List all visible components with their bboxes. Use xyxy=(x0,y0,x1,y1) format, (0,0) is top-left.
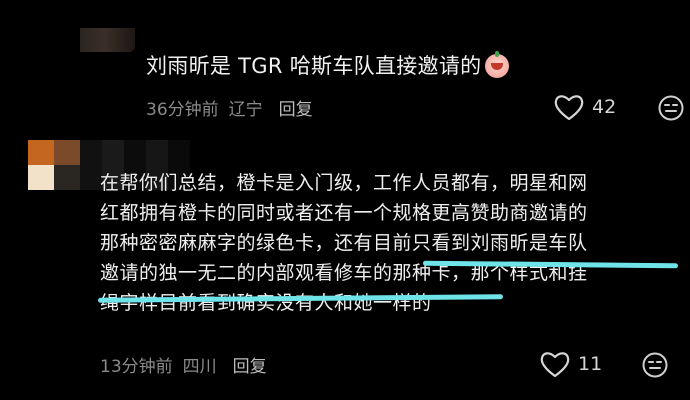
like-button[interactable]: 11 xyxy=(540,350,602,378)
comment-text-content: 刘雨昕是 TGR 哈斯车队直接邀请的 xyxy=(146,54,482,78)
comment-line: 绳字样目前看到确实没有人和她一样的 xyxy=(100,292,432,314)
comment-meta: 13分钟前 四川 回复 xyxy=(100,352,267,377)
user-avatar[interactable] xyxy=(80,28,135,52)
comment-meta: 36分钟前 辽宁 回复 xyxy=(146,95,313,120)
comment-line: 在帮你们总结，橙卡是入门级，工作人员都有，明星和网 xyxy=(100,172,588,194)
heart-icon xyxy=(554,95,584,121)
like-button[interactable]: 42 xyxy=(554,93,616,121)
like-count: 11 xyxy=(578,353,603,375)
comment-location: 辽宁 xyxy=(228,100,263,120)
comment-time: 13分钟前 xyxy=(100,357,173,377)
comment-time: 36分钟前 xyxy=(146,100,219,120)
reply-button[interactable]: 回复 xyxy=(233,357,267,377)
like-count: 42 xyxy=(592,96,617,118)
expressionless-face-icon[interactable] xyxy=(658,95,684,121)
heart-icon xyxy=(540,352,570,378)
user-avatar[interactable] xyxy=(28,140,80,190)
reply-button[interactable]: 回复 xyxy=(279,100,313,120)
comment-location: 四川 xyxy=(182,357,217,377)
comment-text: 刘雨昕是 TGR 哈斯车队直接邀请的 xyxy=(146,46,510,86)
expressionless-face-icon[interactable] xyxy=(642,352,668,378)
crying-laughing-face-emoji xyxy=(485,51,510,78)
comment-line: 那种密密麻麻字的绿色卡，还有目前只看到刘雨昕是车队 xyxy=(100,232,588,254)
comment-line: 红都拥有橙卡的同时或者还有一个规格更高赞助商邀请的 xyxy=(100,202,588,224)
